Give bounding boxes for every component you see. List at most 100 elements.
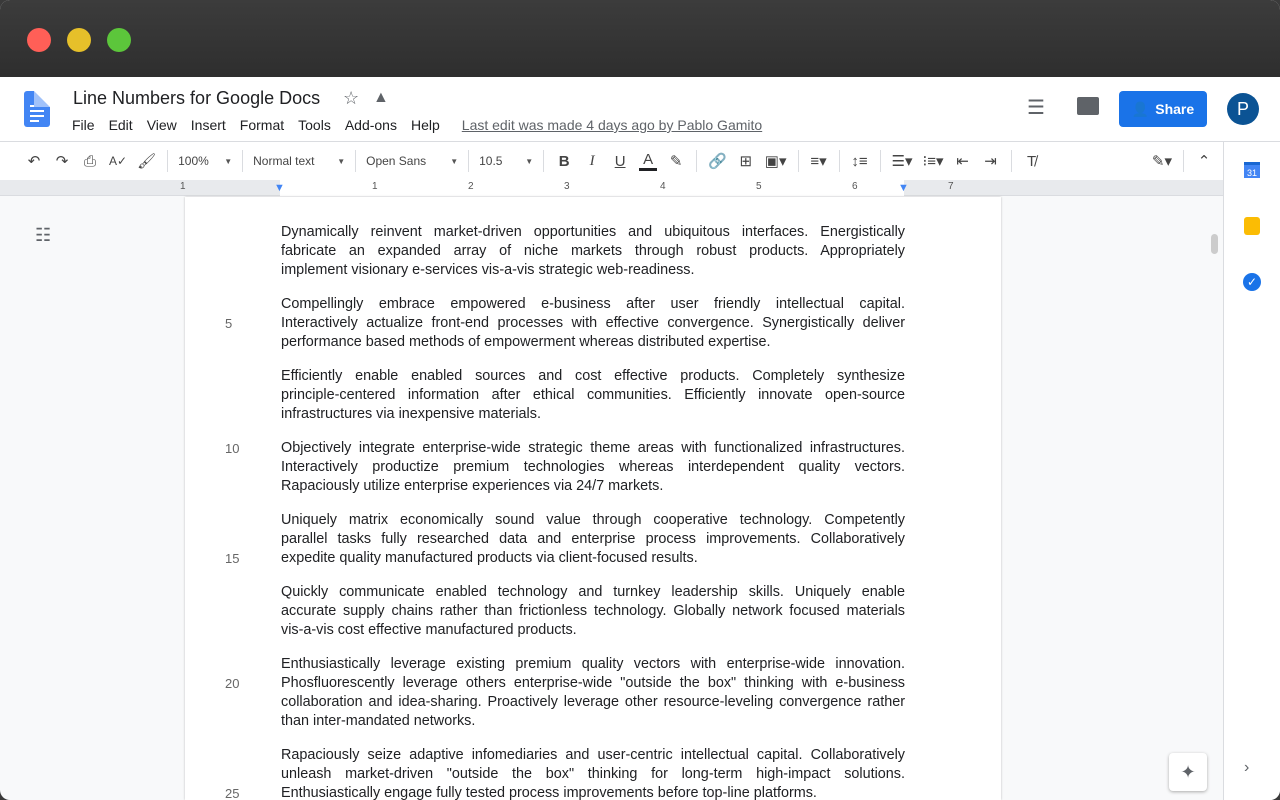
paragraph[interactable]: Efficiently enable enabled sources and c… (281, 367, 905, 424)
bulleted-list-icon[interactable]: ⁝≡▾ (922, 152, 943, 170)
spellcheck-icon[interactable]: A✓ (109, 154, 127, 168)
document-title[interactable]: Line Numbers for Google Docs (73, 88, 320, 109)
text-line: principle-centered information after eth… (281, 386, 905, 405)
text-line: infrastructures via inexpensive material… (281, 405, 905, 424)
editing-mode-icon[interactable]: ✎▾ (1152, 152, 1172, 170)
line-text: infrastructures via inexpensive material… (281, 406, 541, 422)
share-label: Share (1155, 101, 1195, 117)
menu-edit[interactable]: Edit (109, 117, 133, 133)
collapse-toolbar-icon[interactable]: ⌃ (1195, 152, 1213, 170)
line-text: vis-a-vis cost effective manufactured pr… (281, 622, 577, 638)
increase-indent-icon[interactable]: ⇥ (982, 152, 1000, 170)
underline-button[interactable]: U (611, 153, 629, 170)
undo-icon[interactable]: ↶ (25, 152, 43, 170)
text-line: Rapaciously seize adaptive infomediaries… (281, 746, 905, 765)
paragraph[interactable]: Dynamically reinvent market-driven oppor… (281, 223, 905, 280)
line-text: Objectively integrate enterprise-wide st… (281, 440, 905, 456)
style-select[interactable]: Normal text ▼ (249, 154, 349, 168)
document-outline-icon[interactable]: ☷ (35, 225, 51, 246)
zoom-value: 100% (178, 154, 209, 168)
line-spacing-icon[interactable]: ↕≡ (851, 153, 869, 170)
line-text: Dynamically reinvent market-driven oppor… (281, 224, 905, 240)
decrease-indent-icon[interactable]: ⇤ (954, 152, 972, 170)
paragraph[interactable]: Quickly communicate enabled technology a… (281, 583, 905, 640)
ruler-label: 7 (948, 181, 954, 192)
menu-file[interactable]: File (72, 117, 95, 133)
avatar[interactable]: P (1227, 93, 1259, 125)
keep-icon[interactable] (1244, 217, 1260, 235)
person-add-icon: 👤 (1131, 100, 1150, 117)
highlight-icon[interactable]: ✎ (667, 152, 685, 170)
maximize-window-button[interactable] (107, 28, 131, 52)
ruler-label: 3 (564, 181, 570, 192)
zoom-select[interactable]: 100% ▼ (174, 154, 236, 168)
bold-button[interactable]: B (555, 153, 573, 170)
menu-help[interactable]: Help (411, 117, 440, 133)
left-indent-marker-icon[interactable]: ▼ (274, 182, 285, 194)
minimize-window-button[interactable] (67, 28, 91, 52)
move-to-drive-icon[interactable]: ▲ (373, 89, 389, 107)
line-text: Quickly communicate enabled technology a… (281, 584, 905, 600)
text-line: Interactively productize premium technol… (281, 458, 905, 477)
ruler[interactable]: 1 1 2 3 4 5 6 7 ▼ ▼ (0, 180, 1223, 196)
document-page[interactable]: Dynamically reinvent market-driven oppor… (185, 197, 1001, 800)
paragraph[interactable]: Rapaciously seize adaptive infomediaries… (225, 746, 905, 800)
star-icon[interactable]: ☆ (343, 88, 359, 109)
text-line: Efficiently enable enabled sources and c… (281, 367, 905, 386)
ruler-label: 4 (660, 181, 666, 192)
document-body[interactable]: Dynamically reinvent market-driven oppor… (225, 223, 905, 800)
font-size-select[interactable]: 10.5 ▼ (475, 154, 537, 168)
text-line: Enthusiastically leverage existing premi… (281, 655, 905, 674)
expand-panel-icon[interactable]: › (1244, 759, 1249, 777)
line-text: Uniquely matrix economically sound value… (281, 512, 905, 528)
font-select[interactable]: Open Sans ▼ (362, 154, 462, 168)
menu-add-ons[interactable]: Add-ons (345, 117, 397, 133)
paint-format-icon[interactable]: 🖌 (137, 152, 156, 170)
last-edit-link[interactable]: Last edit was made 4 days ago by Pablo G… (462, 117, 762, 133)
line-text: implement visionary e-services vis-a-vis… (281, 262, 695, 278)
ruler-label: 1 (180, 181, 186, 192)
align-left-icon[interactable]: ≡▾ (810, 152, 828, 170)
numbered-list-icon[interactable]: ☰▾ (892, 152, 913, 170)
link-icon[interactable]: 🔗 (708, 152, 727, 170)
right-indent-marker-icon[interactable]: ▼ (898, 182, 909, 194)
text-line: vis-a-vis cost effective manufactured pr… (281, 621, 905, 640)
calendar-icon[interactable]: 31 (1244, 162, 1260, 178)
paragraph[interactable]: Uniquely matrix economically sound value… (225, 511, 905, 568)
redo-icon[interactable]: ↷ (53, 152, 71, 170)
line-text: than inter-mandated networks. (281, 713, 476, 729)
ruler-label: 6 (852, 181, 858, 192)
clear-formatting-icon[interactable]: T̸ (1023, 153, 1041, 170)
menu-format[interactable]: Format (240, 117, 284, 133)
italic-button[interactable]: I (583, 153, 601, 170)
line-numbers-icon[interactable]: ☰ (1027, 95, 1045, 120)
add-comment-icon[interactable]: ⊞ (737, 152, 755, 170)
menu-view[interactable]: View (147, 117, 177, 133)
line-text: fabricate an expanded array of niche mar… (281, 243, 905, 259)
paragraph[interactable]: Enthusiastically leverage existing premi… (225, 655, 905, 731)
menu-tools[interactable]: Tools (298, 117, 331, 133)
text-line: Uniquely matrix economically sound value… (281, 511, 905, 530)
paragraph[interactable]: Objectively integrate enterprise-wide st… (225, 439, 905, 496)
insert-image-icon[interactable]: ▣▾ (765, 152, 787, 170)
text-line: collaboration and idea-sharing. Proactiv… (281, 693, 905, 712)
scrollbar[interactable] (1211, 234, 1218, 254)
text-color-button[interactable]: A (639, 151, 658, 171)
comments-icon[interactable] (1077, 97, 1099, 115)
line-text: accurate supply chains rather than frict… (281, 603, 905, 619)
menu-insert[interactable]: Insert (191, 117, 226, 133)
text-line: Objectively integrate enterprise-wide st… (225, 439, 905, 458)
close-window-button[interactable] (27, 28, 51, 52)
ruler-label: 2 (468, 181, 474, 192)
line-text: Rapaciously utilize enterprise experienc… (281, 478, 664, 494)
ruler-label: 1 (372, 181, 378, 192)
share-button[interactable]: 👤 Share (1119, 91, 1207, 127)
tasks-icon[interactable]: ✓ (1243, 273, 1261, 291)
ruler-label: 5 (756, 181, 762, 192)
menu-bar: File Edit View Insert Format Tools Add-ons Help… (72, 117, 776, 133)
explore-button[interactable]: ✦ (1169, 753, 1207, 791)
text-line: unleash market-driven "outside the box" … (281, 765, 905, 784)
docs-logo-icon[interactable] (24, 91, 50, 127)
paragraph[interactable]: Compellingly embrace empowered e-busines… (225, 295, 905, 352)
print-icon[interactable]: ⎙ (81, 153, 99, 170)
